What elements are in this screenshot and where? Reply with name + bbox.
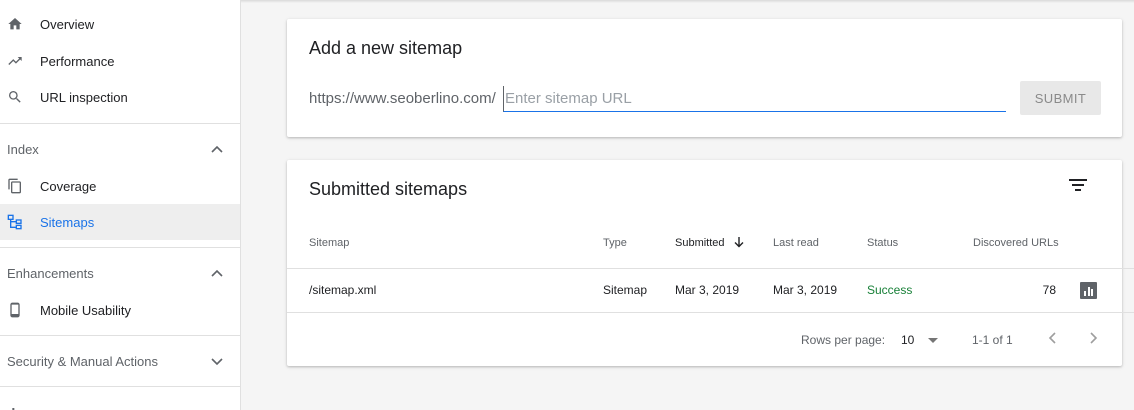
- rows-per-page-select[interactable]: 10: [901, 332, 941, 348]
- sidebar-divider: [0, 335, 240, 336]
- sidebar-item-label: Performance: [40, 53, 115, 69]
- table-divider: [287, 268, 1134, 269]
- column-header-label: Submitted: [675, 237, 725, 249]
- chevron-up-icon: [211, 269, 223, 277]
- submit-button[interactable]: SUBMIT: [1020, 81, 1101, 115]
- section-header-security[interactable]: Security & Manual Actions: [0, 343, 240, 379]
- cell-last-read: Mar 3, 2019: [773, 283, 838, 297]
- column-header-status[interactable]: Status: [867, 237, 898, 249]
- phone-icon: [6, 301, 24, 319]
- rows-per-page-label: Rows per page:: [801, 333, 886, 347]
- section-header-enhancements[interactable]: Enhancements: [0, 255, 240, 291]
- rows-per-page-value: 10: [901, 333, 915, 347]
- cell-discovered-urls: 78: [1042, 283, 1056, 297]
- sidebar-item-overview[interactable]: Overview: [0, 6, 240, 42]
- cell-sitemap: /sitemap.xml: [309, 283, 377, 297]
- link-icon: [6, 403, 24, 410]
- table-divider: [287, 312, 1134, 313]
- sidebar-item-sitemaps[interactable]: Sitemaps: [0, 204, 240, 240]
- arrow-down-icon: [734, 237, 744, 248]
- chevron-right-icon[interactable]: [1085, 330, 1101, 346]
- column-header-last-read[interactable]: Last read: [773, 237, 819, 249]
- search-icon: [6, 88, 24, 106]
- sidebar-item-performance[interactable]: Performance: [0, 43, 240, 79]
- sitemap-url-prefix: https://www.seoberlino.com/: [309, 90, 496, 107]
- sidebar-item-label: Sitemaps: [40, 214, 95, 230]
- sidebar-item-label: Mobile Usability: [40, 302, 132, 318]
- column-header-discovered-urls[interactable]: Discovered URLs: [973, 237, 1059, 249]
- sidebar-item-url-inspection[interactable]: URL inspection: [0, 79, 240, 115]
- cell-submitted: Mar 3, 2019: [675, 283, 740, 297]
- chevron-left-icon[interactable]: [1045, 330, 1061, 346]
- section-title: Index: [7, 141, 39, 157]
- pagination-range: 1-1 of 1: [972, 333, 1013, 347]
- chevron-up-icon: [211, 145, 223, 153]
- home-icon: [6, 15, 24, 33]
- copy-pages-icon: [6, 177, 24, 195]
- sidebar-divider: [0, 123, 240, 124]
- sidebar-item-label: Coverage: [40, 178, 97, 194]
- sidebar-divider: [0, 386, 240, 387]
- column-header-sitemap[interactable]: Sitemap: [309, 237, 349, 249]
- section-header-index[interactable]: Index: [0, 131, 240, 167]
- section-title: Enhancements: [7, 265, 94, 281]
- column-header-type[interactable]: Type: [603, 237, 627, 249]
- sidebar-item-mobile-usability[interactable]: Mobile Usability: [0, 292, 240, 328]
- filter-icon[interactable]: [1069, 178, 1087, 192]
- section-title: Security & Manual Actions: [7, 353, 159, 369]
- sidebar: Overview Performance URL inspection Inde…: [0, 0, 241, 410]
- sitemap-icon: [6, 213, 24, 231]
- column-header-submitted[interactable]: Submitted: [675, 237, 744, 249]
- sidebar-item-label: URL inspection: [40, 89, 128, 105]
- dropdown-arrow-icon: [928, 338, 938, 343]
- sidebar-divider: [0, 247, 240, 248]
- bar-chart-icon[interactable]: [1080, 282, 1097, 299]
- add-sitemap-card: Add a new sitemap https://www.seoberlino…: [287, 19, 1122, 137]
- cell-type: Sitemap: [603, 283, 648, 297]
- add-sitemap-title: Add a new sitemap: [309, 38, 463, 58]
- submitted-sitemaps-card: Submitted sitemaps Sitemap Type Submitte…: [287, 160, 1134, 366]
- trending-up-icon: [6, 52, 24, 70]
- sidebar-item-partial[interactable]: [0, 394, 240, 410]
- submitted-sitemaps-title: Submitted sitemaps: [309, 179, 468, 199]
- sidebar-item-label: Overview: [40, 16, 95, 32]
- sidebar-item-coverage[interactable]: Coverage: [0, 168, 240, 204]
- toolbar-shadow: [241, 0, 1134, 3]
- sitemap-url-input[interactable]: [503, 86, 1006, 112]
- cell-status: Success: [867, 283, 913, 297]
- chevron-down-icon: [211, 358, 223, 366]
